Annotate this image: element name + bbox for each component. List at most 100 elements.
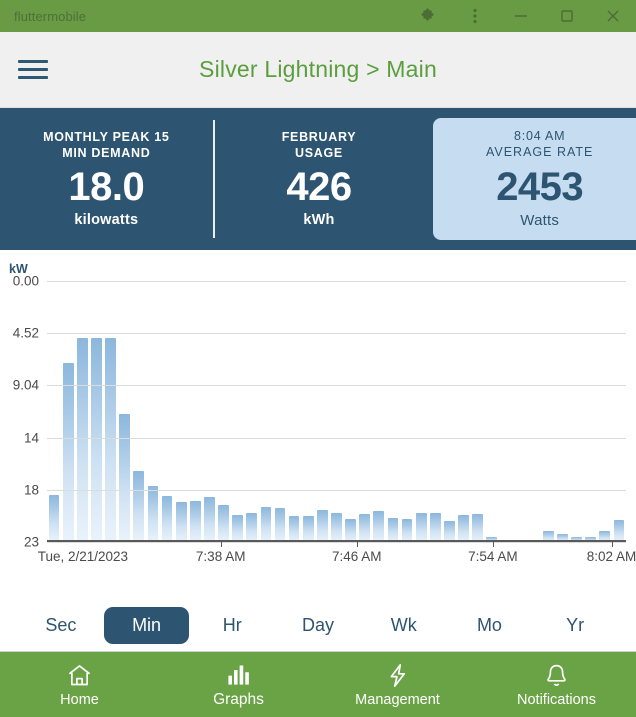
nav-item-notifications[interactable]: Notifications <box>477 662 636 708</box>
chart-y-tick-label: 9.04 <box>13 378 39 393</box>
stat-label: MONTHLY PEAK 15 MIN DEMAND <box>43 130 170 161</box>
chart-bar[interactable] <box>458 515 469 542</box>
chart-bar[interactable] <box>204 497 215 542</box>
nav-item-label: Graphs <box>213 691 264 709</box>
stat-unit: Watts <box>520 212 559 229</box>
chart-bar[interactable] <box>402 519 413 542</box>
stat-unit: kilowatts <box>74 212 138 228</box>
chart-bar[interactable] <box>614 520 625 542</box>
chart-bar[interactable] <box>373 511 384 542</box>
chart-bar[interactable] <box>133 471 144 542</box>
chart-gridline <box>47 490 626 491</box>
chart-x-tick-mark <box>493 542 494 547</box>
range-tab-wk[interactable]: Wk <box>361 607 447 644</box>
chart-gridline <box>47 438 626 439</box>
chart-x-tick-mark <box>221 542 222 547</box>
chart-bar[interactable] <box>388 518 399 542</box>
stat-card-february-usage: FEBRUARY USAGE 426 kWh <box>213 116 426 242</box>
chart-bar[interactable] <box>190 501 201 542</box>
time-range-selector[interactable]: SecMinHrDayWkMoYr <box>0 599 636 651</box>
page-title: Silver Lightning > Main <box>0 56 636 83</box>
chart-bar[interactable] <box>162 496 173 542</box>
range-tab-yr[interactable]: Yr <box>532 607 618 644</box>
window-titlebar: fluttermobile <box>0 0 636 32</box>
usage-chart[interactable]: kW 0.004.529.04141823Tue, 2/21/20237:38 … <box>0 250 636 599</box>
nav-item-label: Notifications <box>517 692 596 708</box>
app-window: fluttermobile <box>0 0 636 717</box>
nav-item-label: Management <box>355 692 440 708</box>
range-tab-day[interactable]: Day <box>275 607 361 644</box>
stat-value: 426 <box>286 166 351 208</box>
nav-item-graphs[interactable]: Graphs <box>159 661 318 709</box>
chart-gridline <box>47 542 626 543</box>
chart-x-tick-label: 7:46 AM <box>332 549 382 564</box>
chart-bar[interactable] <box>148 486 159 542</box>
three-dot-menu-icon[interactable] <box>452 0 498 32</box>
chart-x-tick-mark <box>612 542 613 547</box>
stat-value: 2453 <box>496 166 583 208</box>
chart-x-tick-label: 7:54 AM <box>468 549 518 564</box>
chart-x-tick-label: 7:38 AM <box>196 549 246 564</box>
minimize-icon[interactable] <box>498 0 544 32</box>
chart-bar[interactable] <box>232 515 243 542</box>
chart-bar[interactable] <box>345 519 356 542</box>
range-tab-min[interactable]: Min <box>104 607 190 644</box>
stat-label-line-2: USAGE <box>282 146 357 162</box>
chart-bar[interactable] <box>416 513 427 542</box>
nav-item-label: Home <box>60 692 99 708</box>
chart-bar[interactable] <box>289 516 300 542</box>
bell-icon <box>543 662 570 689</box>
stat-label-line-2: AVERAGE RATE <box>486 145 593 161</box>
chart-bar[interactable] <box>176 502 187 542</box>
app-header: Silver Lightning > Main <box>0 32 636 108</box>
maximize-icon[interactable] <box>544 0 590 32</box>
chart-gridline <box>47 333 626 334</box>
nav-item-home[interactable]: Home <box>0 662 159 708</box>
chart-x-tick-label: 8:02 AM <box>587 549 636 564</box>
chart-bar[interactable] <box>77 338 88 542</box>
chart-bar[interactable] <box>430 513 441 542</box>
chart-bar[interactable] <box>359 514 370 542</box>
range-tab-hr[interactable]: Hr <box>189 607 275 644</box>
stat-label-line-1: FEBRUARY <box>282 130 357 146</box>
chart-bar[interactable] <box>63 363 74 542</box>
chart-bar[interactable] <box>317 510 328 542</box>
chart-bar[interactable] <box>91 338 102 542</box>
chart-bar[interactable] <box>105 338 116 542</box>
chart-bar[interactable] <box>218 505 229 542</box>
chart-bar[interactable] <box>331 513 342 543</box>
chart-bar[interactable] <box>261 507 272 542</box>
chart-y-tick-label: 14 <box>24 430 39 445</box>
chart-bar[interactable] <box>275 508 286 542</box>
chart-bar[interactable] <box>472 514 483 542</box>
chart-bar[interactable] <box>49 495 60 542</box>
nav-item-management[interactable]: Management <box>318 662 477 708</box>
home-icon <box>66 662 93 689</box>
chart-bars <box>47 281 626 542</box>
puzzle-icon[interactable] <box>406 0 452 32</box>
stat-card-average-rate[interactable]: 8:04 AM AVERAGE RATE 2453 Watts <box>433 118 636 240</box>
chart-bar[interactable] <box>303 516 314 542</box>
stat-label-line-1: MONTHLY PEAK 15 <box>43 130 170 146</box>
close-icon[interactable] <box>590 0 636 32</box>
hamburger-menu-icon[interactable] <box>18 57 50 83</box>
stat-unit: kWh <box>303 212 334 228</box>
bar-chart-icon <box>225 661 252 688</box>
stat-card-monthly-peak-demand: MONTHLY PEAK 15 MIN DEMAND 18.0 kilowatt… <box>0 116 213 242</box>
lightning-bolt-icon <box>384 662 411 689</box>
chart-y-tick-label: 0.00 <box>13 274 39 289</box>
range-tab-mo[interactable]: Mo <box>447 607 533 644</box>
stat-value: 18.0 <box>68 166 144 208</box>
chart-gridline <box>47 281 626 282</box>
bottom-navigation[interactable]: Home Graphs Management Notifications <box>0 651 636 717</box>
chart-plot-area[interactable]: 0.004.529.04141823Tue, 2/21/20237:38 AM7… <box>47 281 626 542</box>
stats-strip: MONTHLY PEAK 15 MIN DEMAND 18.0 kilowatt… <box>0 108 636 250</box>
chart-x-tick-mark <box>357 542 358 547</box>
chart-bar[interactable] <box>444 521 455 542</box>
hamburger-bar <box>18 76 48 79</box>
range-tab-sec[interactable]: Sec <box>18 607 104 644</box>
chart-bar[interactable] <box>246 513 257 542</box>
chart-gridline <box>47 385 626 386</box>
chart-y-tick-label: 23 <box>24 535 39 550</box>
chart-bar[interactable] <box>119 414 130 542</box>
